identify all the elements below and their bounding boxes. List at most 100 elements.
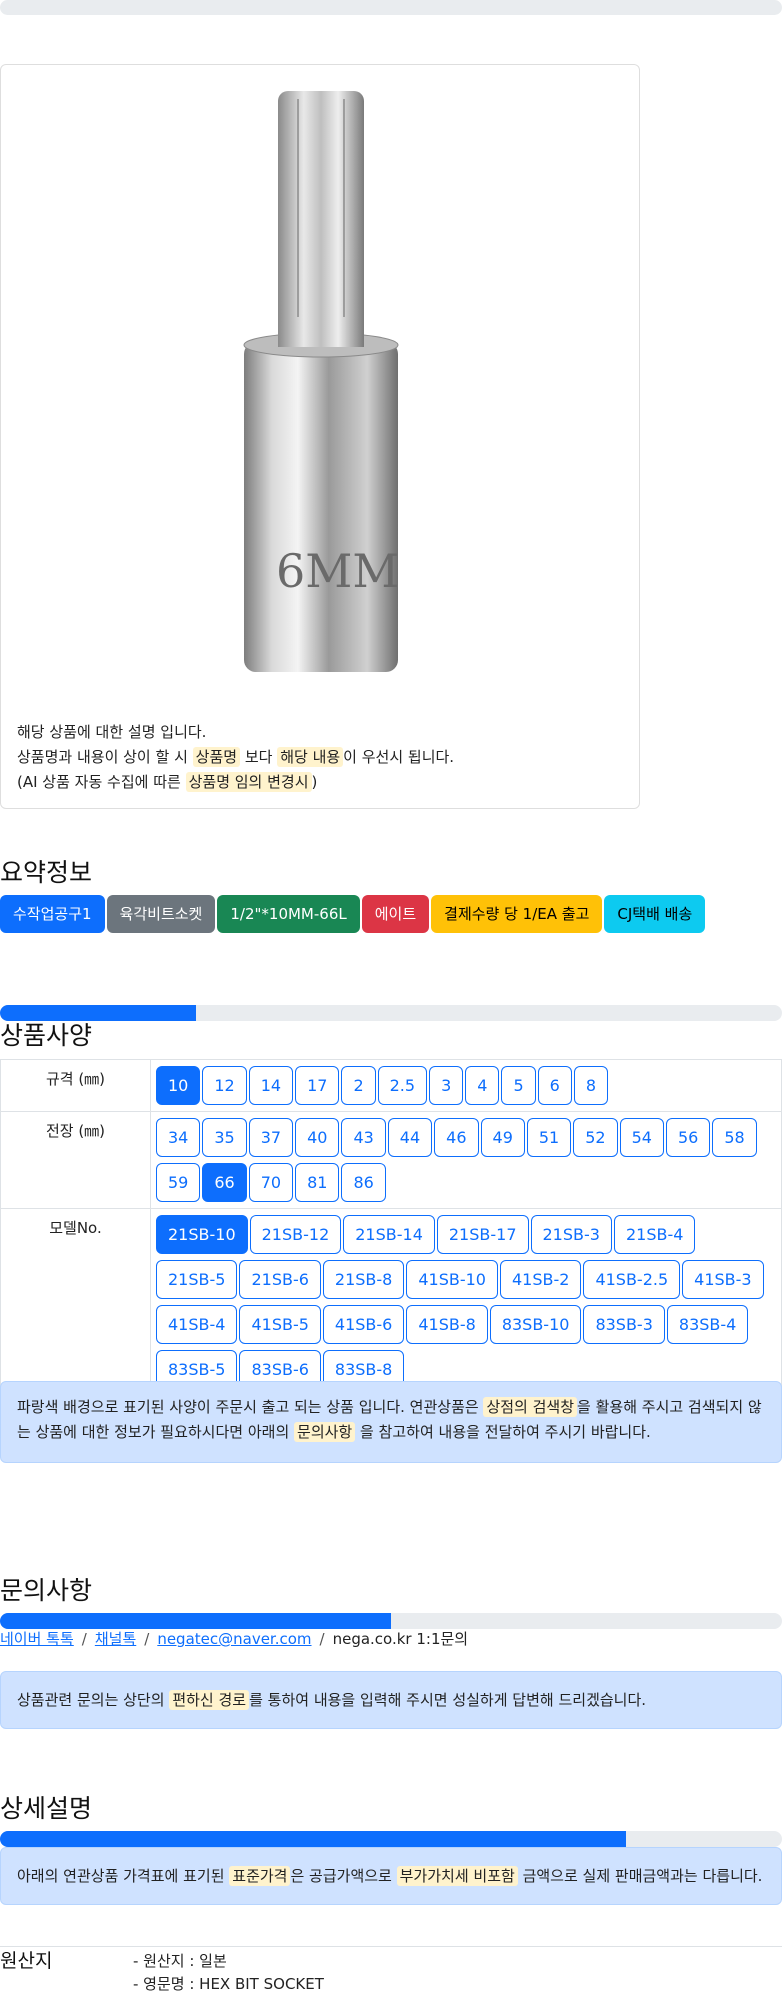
- site-inquiry-text: nega.co.kr 1:1문의: [332, 1630, 469, 1648]
- length-option[interactable]: 46: [434, 1118, 479, 1157]
- spec-row-length: 전장 (㎜) 34 35 37 40 43 44 46 49 51 52 54 56 5859 66 70 8…: [0, 1111, 782, 1209]
- model-option[interactable]: 41SB-6: [322, 1305, 405, 1344]
- model-option[interactable]: 21SB-3: [530, 1215, 612, 1254]
- spec-table: 규격 (㎜) 10 12 14 17 2 2.5 3 4 5 6 8 전장 (㎜) 34 35 37 40…: [0, 1059, 782, 1396]
- size-option[interactable]: 5: [501, 1066, 536, 1105]
- desc-line-3a: (AI 상품 자동 수집에 따른: [17, 773, 186, 791]
- socket-body: [244, 342, 398, 672]
- model-option[interactable]: 21SB-5: [156, 1260, 238, 1299]
- badge-category: 수작업공구1: [0, 895, 105, 933]
- spec-options-length: 34 35 37 40 43 44 46 49 51 52 54 56 58 59 66 70 81 86: [150, 1111, 782, 1209]
- length-option[interactable]: 52: [573, 1118, 618, 1157]
- model-option[interactable]: 21SB-17: [436, 1215, 529, 1254]
- model-option[interactable]: 41SB-8: [406, 1305, 488, 1344]
- summary-badges: 수작업공구1 육각비트소켓 1/2"*10MM-66L 에이트 결제수량 당 1…: [0, 895, 707, 933]
- model-option[interactable]: 83SB-10: [489, 1305, 582, 1344]
- product-photo: 6MM: [243, 91, 399, 672]
- size-option[interactable]: 10: [156, 1066, 201, 1105]
- inquiry-notice: 상품관련 문의는 상단의 편하신 경로 를 통하여 내용을 입력해 주시면 성실하…: [0, 1671, 782, 1729]
- inquiry-links: 네이버 톡톡 / 채널톡 / negatec@naver.com / nega.co.kr …: [0, 1628, 468, 1649]
- model-option[interactable]: 21SB-4: [613, 1215, 696, 1254]
- size-option[interactable]: 8: [573, 1066, 609, 1105]
- desc-line-2a: 상품명과 내용이 상이 할 시: [17, 748, 193, 766]
- model-option[interactable]: 21SB-14: [343, 1215, 435, 1254]
- model-option[interactable]: 21SB-8: [322, 1260, 405, 1299]
- length-option[interactable]: 59: [156, 1163, 201, 1202]
- badge-size: 1/2"*10MM-66L: [217, 895, 360, 933]
- length-option[interactable]: 37: [248, 1118, 294, 1157]
- desc-highlight-rename: 상품명 임의 변경시: [185, 772, 312, 792]
- detail-notice-highlight-vat: 부가가치세 비포함: [396, 1866, 518, 1886]
- length-option[interactable]: 35: [202, 1118, 247, 1157]
- length-option[interactable]: 86: [341, 1163, 386, 1202]
- spec-options-model: 21SB-10 21SB-12 21SB-14 21SB-17 21SB-3 21SB-4…: [150, 1208, 782, 1396]
- model-option[interactable]: 41SB-4: [156, 1305, 238, 1344]
- length-option[interactable]: 40: [295, 1118, 340, 1157]
- model-option[interactable]: 21SB-6: [239, 1260, 321, 1299]
- email-link[interactable]: negatec@naver.com: [157, 1630, 311, 1648]
- origin-item-english-name: - 영문명 : HEX BIT SOCKET: [133, 1975, 324, 1993]
- size-option[interactable]: 4: [465, 1066, 500, 1105]
- desc-line-2b: 보다: [240, 748, 278, 766]
- length-option[interactable]: 56: [665, 1118, 711, 1157]
- spec-notice-highlight-inquiry: 문의사항: [294, 1422, 356, 1442]
- length-option[interactable]: 34: [156, 1118, 201, 1157]
- desc-line-3b: ): [311, 773, 318, 791]
- spec-row-size: 규격 (㎜) 10 12 14 17 2 2.5 3 4 5 6 8: [0, 1059, 782, 1112]
- origin-title: 원산지: [0, 1950, 53, 1972]
- size-option[interactable]: 3: [429, 1066, 464, 1105]
- desc-highlight-content: 해당 내용: [277, 747, 344, 767]
- detail-notice-a: 아래의 연관상품 가격표에 표기된: [17, 1867, 230, 1885]
- detail-notice-b: 은 공급가액으로: [290, 1867, 397, 1885]
- model-option[interactable]: 41SB-5: [239, 1305, 321, 1344]
- size-option[interactable]: 12: [202, 1066, 247, 1105]
- badge-quantity: 결제수량 당 1/EA 출고: [431, 895, 603, 933]
- spec-label-model: 모델No.: [0, 1208, 151, 1396]
- inquiry-notice-highlight: 편하신 경로: [169, 1690, 250, 1710]
- spec-notice: 파랑색 배경으로 표기된 사양이 주문시 출고 되는 상품 입니다. 연관상품은…: [0, 1381, 782, 1463]
- length-option[interactable]: 54: [619, 1118, 664, 1157]
- model-option[interactable]: 83SB-3: [583, 1305, 665, 1344]
- detail-progress-bar: [0, 1831, 782, 1847]
- spec-notice-a: 파랑색 배경으로 표기된 사양이 주문시 출고 되는 상품 입니다. 연관상품은: [17, 1398, 484, 1416]
- naver-talk-link[interactable]: 네이버 톡톡: [0, 1630, 74, 1648]
- length-option[interactable]: 70: [248, 1163, 294, 1202]
- badge-shipping: CJ택배 배송: [604, 895, 706, 933]
- detail-notice-c: 금액으로 실제 판매금액과는 다릅니다.: [517, 1867, 763, 1885]
- size-option[interactable]: 2.5: [377, 1066, 428, 1105]
- summary-title: 요약정보: [0, 858, 93, 887]
- model-option[interactable]: 41SB-2: [499, 1260, 582, 1299]
- length-option[interactable]: 49: [480, 1118, 525, 1157]
- length-option[interactable]: 66: [202, 1163, 247, 1202]
- link-separator: /: [144, 1630, 150, 1648]
- detail-title: 상세설명: [0, 1794, 93, 1823]
- model-option[interactable]: 21SB-10: [156, 1215, 248, 1254]
- length-option[interactable]: 81: [295, 1163, 340, 1202]
- channel-talk-link[interactable]: 채널톡: [95, 1630, 136, 1648]
- size-option[interactable]: 2: [341, 1066, 376, 1105]
- model-option[interactable]: 41SB-10: [406, 1260, 498, 1299]
- model-option[interactable]: 83SB-4: [666, 1305, 749, 1344]
- progress-fill: [0, 1613, 391, 1629]
- badge-brand: 에이트: [361, 895, 430, 933]
- inquiry-notice-b: 를 통하여 내용을 입력해 주시면 성실하게 답변해 드리겠습니다.: [249, 1691, 647, 1709]
- length-option[interactable]: 44: [387, 1118, 433, 1157]
- spec-notice-c: 을 참고하여 내용을 전달하여 주시기 바랍니다.: [355, 1423, 651, 1441]
- model-option[interactable]: 21SB-12: [249, 1215, 342, 1254]
- size-option[interactable]: 17: [295, 1066, 340, 1105]
- spec-options-size: 10 12 14 17 2 2.5 3 4 5 6 8: [150, 1059, 782, 1112]
- inquiry-title: 문의사항: [0, 1576, 93, 1605]
- spec-progress-bar: [0, 1005, 782, 1021]
- desc-highlight-product-name: 상품명: [192, 747, 241, 767]
- model-option[interactable]: 41SB-3: [682, 1260, 764, 1299]
- badge-type: 육각비트소켓: [106, 895, 216, 933]
- size-option[interactable]: 14: [248, 1066, 294, 1105]
- desc-line-1: 해당 상품에 대한 설명 입니다.: [17, 723, 207, 741]
- length-option[interactable]: 51: [526, 1118, 572, 1157]
- length-option[interactable]: 58: [712, 1118, 757, 1157]
- spec-label-length: 전장 (㎜): [0, 1111, 151, 1209]
- desc-line-2c: 이 우선시 됩니다.: [343, 748, 455, 766]
- size-option[interactable]: 6: [537, 1066, 572, 1105]
- model-option[interactable]: 41SB-2.5: [583, 1260, 681, 1299]
- length-option[interactable]: 43: [341, 1118, 386, 1157]
